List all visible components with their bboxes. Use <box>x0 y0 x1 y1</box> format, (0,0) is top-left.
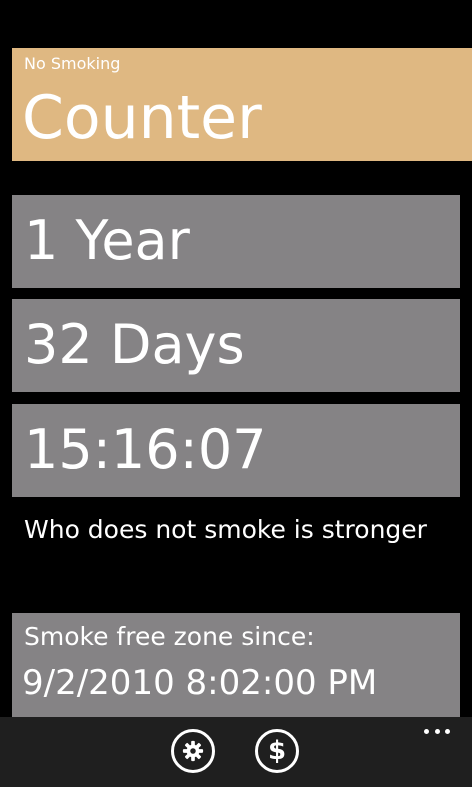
dollar-icon: $ <box>267 736 287 766</box>
time-tile: 15:16:07 <box>12 404 460 497</box>
settings-button[interactable] <box>171 729 215 773</box>
page-title: Counter <box>22 83 262 153</box>
motto-text: Who does not smoke is stronger <box>24 515 427 544</box>
years-tile: 1 Year <box>12 195 460 288</box>
ellipsis-icon <box>445 728 450 734</box>
since-date: 9/2/2010 8:02:00 PM <box>22 663 378 703</box>
smoke-free-since-tile: Smoke free zone since: 9/2/2010 8:02:00 … <box>12 613 460 717</box>
days-tile: 32 Days <box>12 299 460 392</box>
app-name: No Smoking <box>24 54 121 73</box>
ellipsis-icon <box>424 728 429 734</box>
savings-button[interactable]: $ <box>255 729 299 773</box>
app-bar: $ <box>0 717 472 787</box>
header-banner: No Smoking Counter <box>12 48 472 161</box>
years-counter: 1 Year <box>24 209 190 272</box>
since-label: Smoke free zone since: <box>24 622 315 651</box>
more-options-button[interactable] <box>424 727 450 735</box>
time-counter: 15:16:07 <box>24 418 267 481</box>
gear-icon <box>182 740 204 762</box>
days-counter: 32 Days <box>24 313 245 376</box>
ellipsis-icon <box>434 728 440 734</box>
